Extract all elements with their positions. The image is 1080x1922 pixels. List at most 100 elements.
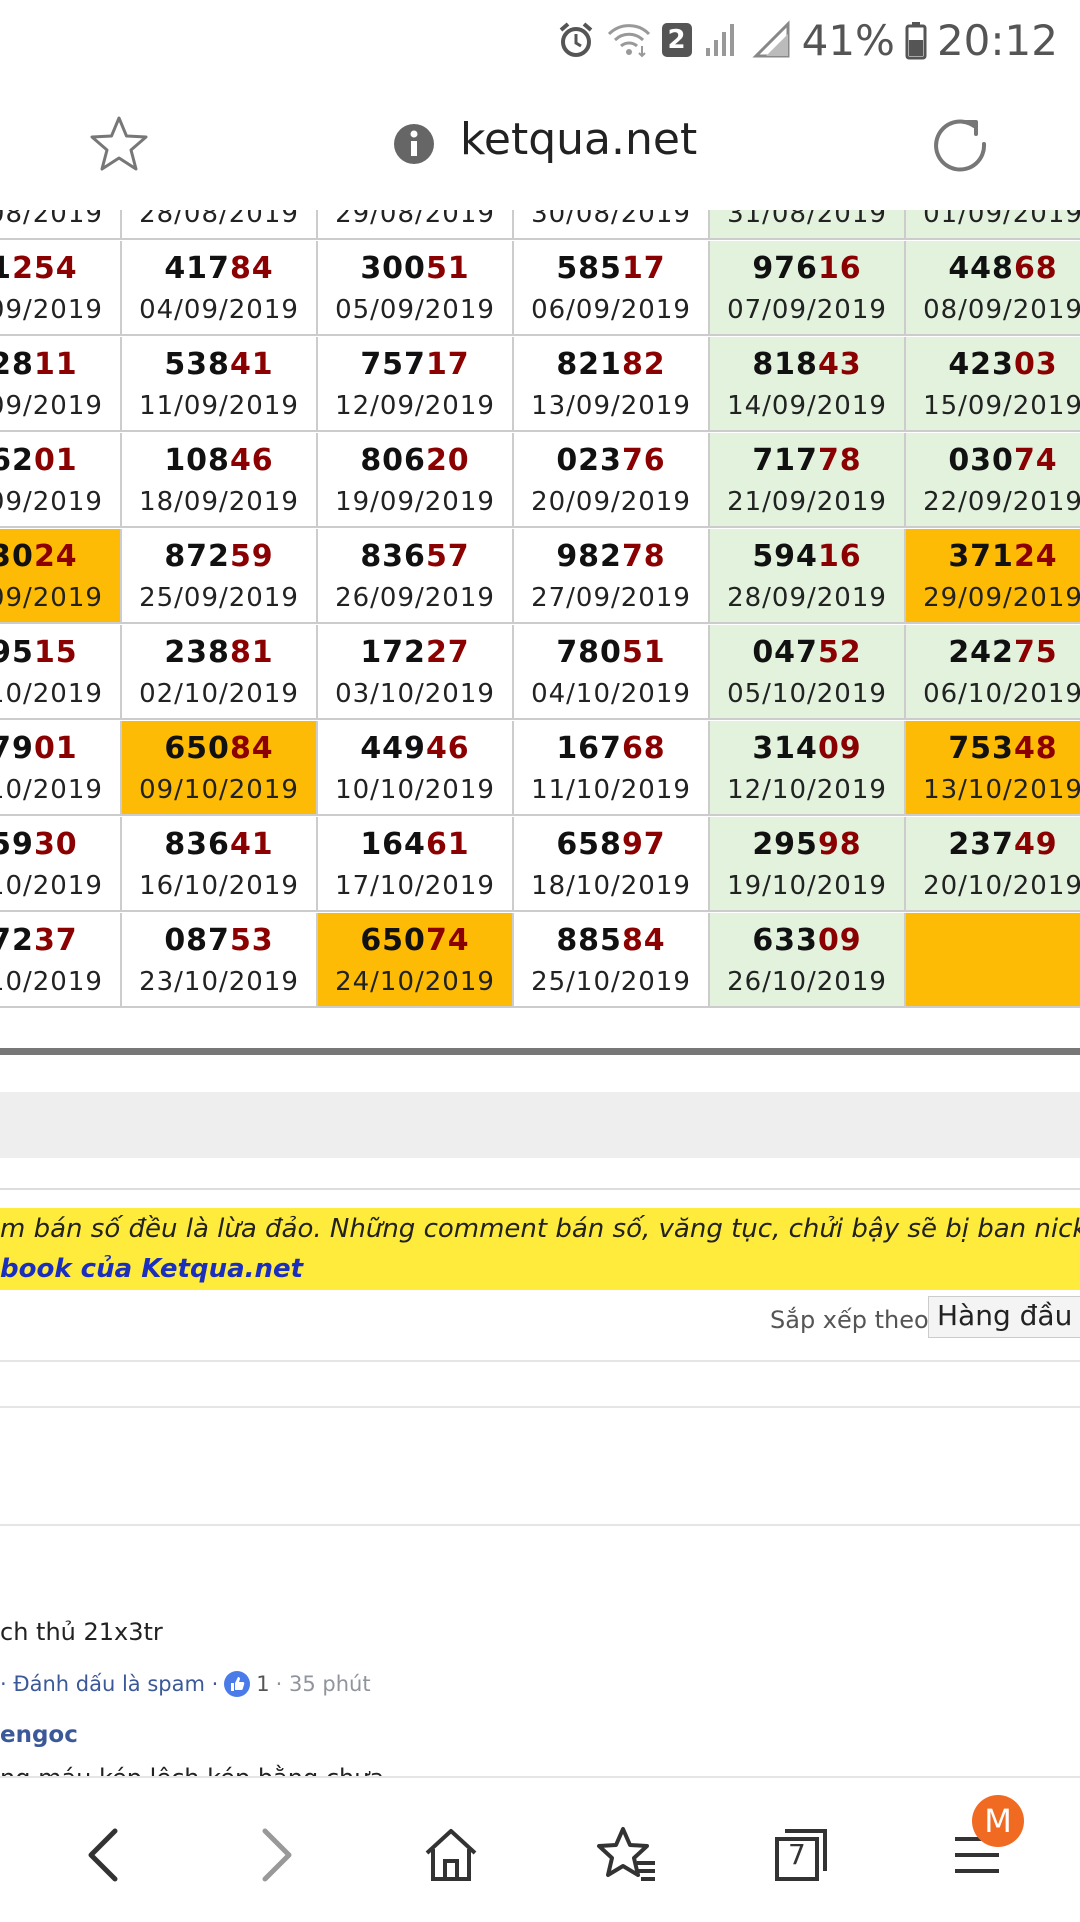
result-date: 13/10/2019: [923, 775, 1080, 805]
result-number: 80620: [318, 443, 512, 478]
facebook-page-link[interactable]: book của Ketqua.net: [0, 1254, 303, 1284]
table-row: 32811 10/09/2019 53841 11/09/2019 75717 12/09…: [0, 337, 1080, 433]
number-tail: 84: [229, 731, 274, 766]
result-cell: 42303 15/09/2019: [906, 337, 1080, 432]
table-row: 1302424/09/20198725925/09/20198365726/09…: [0, 529, 1080, 625]
number-tail: 41: [229, 347, 274, 382]
number-tail: 97: [621, 827, 666, 862]
menu-notification-badge: M: [972, 1795, 1024, 1847]
number-head: 108: [164, 443, 230, 478]
result-cell: 96201 17/09/2019: [0, 433, 122, 528]
result-cell: 5270630/08/2019: [514, 210, 710, 240]
result-date: 01/09/2019: [923, 210, 1080, 229]
number-tail: 74: [425, 923, 470, 958]
number-tail: 84: [621, 923, 666, 958]
result-date: 25/09/2019: [139, 583, 299, 613]
result-cell: 75717 12/09/2019: [318, 337, 514, 432]
result-number: 83657: [318, 539, 512, 574]
result-cell: [906, 913, 1080, 1008]
number-tail: 09: [817, 923, 862, 958]
battery-icon: [905, 20, 927, 60]
bookmarks-icon[interactable]: [592, 1820, 662, 1890]
result-date: 15/09/2019: [923, 391, 1080, 421]
result-date: 22/09/2019: [923, 487, 1080, 517]
number-tail: 254: [12, 251, 78, 286]
number-tail: 24: [1013, 539, 1058, 574]
result-cell: 968227/08/2019: [0, 210, 122, 240]
result-date: 07/09/2019: [727, 295, 887, 325]
table-row: 35930 15/10/2019 83641 16/10/2019 16461 17/10…: [0, 817, 1080, 913]
forward-icon[interactable]: [242, 1820, 312, 1890]
number-tail: 74: [1013, 443, 1058, 478]
result-number: 65074: [318, 923, 512, 958]
result-cell: 23749 20/10/2019: [906, 817, 1080, 912]
result-number: 31409: [710, 731, 904, 766]
number-head: 836: [164, 827, 230, 862]
comment-time: · 35 phút: [275, 1672, 371, 1696]
number-head: 237: [948, 827, 1014, 862]
number-tail: 68: [1013, 251, 1058, 286]
site-info-icon[interactable]: [392, 122, 436, 166]
result-number: 37124: [906, 539, 1080, 574]
bookmark-star-icon[interactable]: [88, 113, 150, 175]
result-number: 03074: [906, 443, 1080, 478]
result-date: 17/09/2019: [0, 487, 103, 517]
number-head: 023: [556, 443, 622, 478]
status-icons: 2 41% 20:12: [556, 10, 1058, 70]
browser-address-bar: ketqua.net: [0, 78, 1080, 210]
commenter-name[interactable]: engoc: [0, 1722, 78, 1748]
number-tail: 98: [817, 827, 862, 862]
result-number: 53841: [122, 347, 316, 382]
number-tail: 01: [33, 731, 78, 766]
result-date: 10/09/2019: [0, 391, 103, 421]
result-cell: 41784 04/09/2019: [122, 241, 318, 336]
result-date: 16/10/2019: [139, 871, 299, 901]
result-cell: 44868 08/09/2019: [906, 241, 1080, 336]
result-date: 06/09/2019: [531, 295, 691, 325]
number-tail: 46: [229, 443, 274, 478]
result-date: 12/10/2019: [727, 775, 887, 805]
result-date: 29/08/2019: [335, 210, 495, 229]
result-date: 03/09/2019: [0, 295, 103, 325]
result-cell: 13024 24/09/2019: [0, 529, 122, 624]
tabs-icon[interactable]: 7: [766, 1820, 836, 1890]
result-date: 11/10/2019: [531, 775, 691, 805]
result-cell: 17227 03/10/2019: [318, 625, 514, 720]
result-number: 23881: [122, 635, 316, 670]
result-cell: 98278 27/09/2019: [514, 529, 710, 624]
number-tail: 01: [33, 443, 78, 478]
result-number: 88584: [514, 923, 708, 958]
number-head: 757: [360, 347, 426, 382]
number-head: 806: [360, 443, 426, 478]
comment-text: ch thủ 21x3tr: [0, 1618, 163, 1646]
mark-spam-link[interactable]: · Đánh dấu là spam ·: [0, 1672, 218, 1696]
number-tail: 16: [817, 539, 862, 574]
url-text[interactable]: ketqua.net: [460, 114, 697, 165]
result-number: 83641: [122, 827, 316, 862]
result-date: 05/10/2019: [727, 679, 887, 709]
number-head: 167: [556, 731, 622, 766]
comment-input-top-border: [0, 1406, 1080, 1408]
result-number: 23749: [906, 827, 1080, 862]
number-head: 538: [164, 347, 230, 382]
number-tail: 78: [817, 443, 862, 478]
number-tail: 46: [425, 731, 470, 766]
number-tail: 49: [1013, 827, 1058, 862]
number-tail: 81: [229, 635, 274, 670]
result-number: 16768: [514, 731, 708, 766]
back-icon[interactable]: [68, 1820, 138, 1890]
sort-select[interactable]: Hàng đầu: [928, 1296, 1080, 1338]
result-number: 81843: [710, 347, 904, 382]
divider: [0, 1188, 1080, 1190]
result-number: 08753: [122, 923, 316, 958]
result-date: 27/09/2019: [531, 583, 691, 613]
result-number: 01254: [0, 251, 120, 286]
home-icon[interactable]: [416, 1820, 486, 1890]
result-number: 63309: [710, 923, 904, 958]
reload-icon[interactable]: [930, 114, 990, 174]
result-cell: 10846 18/09/2019: [122, 433, 318, 528]
result-cell: 23881 02/10/2019: [122, 625, 318, 720]
result-number: 16461: [318, 827, 512, 862]
result-date: 24/10/2019: [335, 967, 495, 997]
result-number: 02376: [514, 443, 708, 478]
